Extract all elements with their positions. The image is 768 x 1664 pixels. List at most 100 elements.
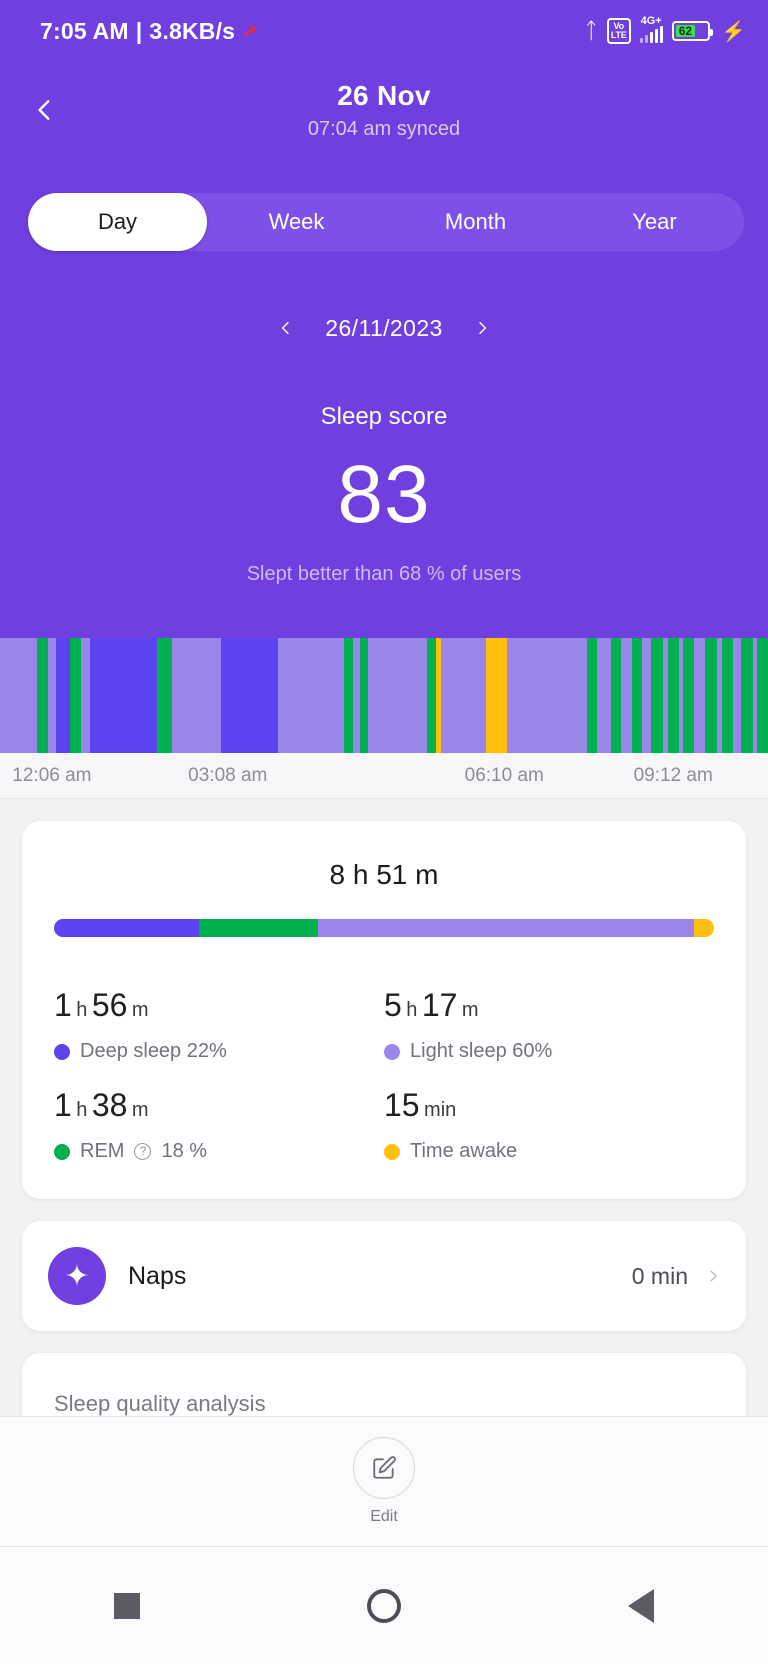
stat-legend: REM ? 18 %	[54, 1140, 384, 1163]
deep-sleep-dot-icon	[54, 1043, 70, 1060]
stat-minutes: 15	[384, 1087, 420, 1123]
stat-minutes: 17	[421, 987, 458, 1023]
tab-week[interactable]: Week	[207, 193, 386, 251]
stat-value: 1 h 38 m	[54, 1085, 384, 1132]
prev-day-button[interactable]	[271, 313, 301, 343]
stat-hours: 1	[54, 987, 72, 1023]
status-bar-left: 7:05 AM | 3.8KB/s ➚	[40, 17, 260, 45]
sync-status: 07:04 am synced	[307, 117, 461, 140]
stat-hours-unit: h	[76, 1099, 88, 1121]
chevron-right-icon	[710, 1270, 717, 1282]
hypnogram-segment-rem	[611, 638, 622, 753]
status-bar-right: ᛏ Vo LTE 4G+ 62 ⚡	[584, 15, 746, 44]
stat-minutes-unit: m	[131, 1099, 149, 1121]
volte-icon: Vo LTE	[606, 18, 631, 44]
stat-hours: 5	[384, 987, 402, 1023]
stat-rem: 1 h 38 m REM ? 18 %	[54, 1063, 384, 1163]
hypnogram-segment-deep	[221, 638, 278, 753]
hypnogram-segment-rem	[157, 638, 173, 753]
bluetooth-icon: ᛏ	[584, 18, 598, 43]
hypnogram-segment-light	[597, 638, 612, 753]
hypnogram-segment-light	[0, 638, 37, 753]
stat-legend-label: Time awake	[410, 1140, 518, 1162]
hypnogram-segment-light	[440, 638, 486, 753]
tab-day[interactable]: Day	[28, 193, 207, 251]
sparkle-star-icon: ✦	[48, 1247, 106, 1305]
hypnogram-segment-deep	[89, 638, 158, 753]
stacked-bar-segment-awake	[694, 919, 714, 937]
hypnogram-segment-rem	[741, 638, 753, 753]
rem-info-icon[interactable]: ?	[134, 1143, 152, 1160]
sleep-quality-analysis-title: Sleep quality analysis	[54, 1391, 266, 1416]
rem-dot-icon	[54, 1143, 70, 1160]
hypnogram-segment-rem	[721, 638, 733, 753]
sleep-stage-stacked-bar	[54, 919, 714, 937]
hypnogram-segment-rem	[651, 638, 663, 753]
edit-label: Edit	[370, 1508, 398, 1525]
circle-home-icon[interactable]	[366, 1588, 401, 1623]
hypnogram-segment-light	[642, 638, 652, 753]
edit-button[interactable]	[353, 1437, 415, 1499]
sleep-header: 7:05 AM | 3.8KB/s ➚ ᛏ Vo LTE 4G+ 62 ⚡ 26…	[0, 0, 768, 638]
sleep-score-label: Sleep score	[320, 403, 448, 430]
hypnogram-segment-rem	[756, 638, 768, 753]
stat-minutes: 56	[91, 987, 128, 1023]
awake-dot-icon	[384, 1143, 400, 1160]
hypnogram-segment-light	[277, 638, 345, 753]
edit-square-pencil-icon	[373, 1456, 396, 1479]
hypnogram-segment-deep	[56, 638, 71, 753]
network-type-label: 4G+	[640, 15, 662, 27]
signal-bars	[639, 26, 664, 43]
hypnogram-segment-rem	[631, 638, 643, 753]
sleep-summary-card: 8 h 51 m 1 h 56 m Deep sleep 22% 5 h 17 …	[22, 821, 746, 1199]
hypnogram-segment-rem	[359, 638, 368, 753]
stat-value: 1 h 56 m	[54, 985, 384, 1032]
hypnogram-segment-light	[81, 638, 90, 753]
hypnogram-segment-rem	[667, 638, 679, 753]
status-bar-time: 7:05 AM	[40, 17, 129, 44]
hypnogram-segment-light	[621, 638, 632, 753]
stat-deep-sleep: 1 h 56 m Deep sleep 22%	[54, 963, 384, 1063]
status-bar-netspeed: 3.8KB/s	[149, 17, 236, 44]
triangle-back-icon[interactable]	[628, 1588, 655, 1623]
hypnogram-segment-light	[172, 638, 222, 753]
stat-value: 5 h 17 m	[384, 985, 714, 1032]
next-day-button[interactable]	[467, 313, 497, 343]
page-title: 26 Nov	[337, 79, 431, 111]
lightning-bolt-icon: ⚡	[721, 20, 746, 43]
stat-hours-unit: h	[406, 999, 418, 1021]
axis-tick-label: 09:12 am	[633, 765, 713, 786]
edit-bar: Edit	[0, 1416, 768, 1546]
stacked-bar-segment-deep	[54, 919, 200, 937]
stat-legend-label-pre: REM	[80, 1140, 125, 1162]
hypnogram-segment-rem	[705, 638, 718, 753]
stat-legend-label: Deep sleep 22%	[80, 1040, 227, 1062]
date-navigator: 26/11/2023	[0, 313, 768, 343]
naps-value: 0 min	[631, 1262, 688, 1289]
chevron-left-icon	[38, 100, 50, 120]
hypnogram-segment-rem	[683, 638, 695, 753]
stat-legend-label: Light sleep 60%	[410, 1040, 553, 1062]
sleep-score-value: 83	[337, 449, 431, 540]
hypnogram-segment-light	[367, 638, 428, 753]
back-button[interactable]	[22, 87, 68, 133]
naps-card[interactable]: ✦ Naps 0 min	[22, 1221, 746, 1331]
sleep-stage-stats: 1 h 56 m Deep sleep 22% 5 h 17 m Light s…	[22, 937, 746, 1199]
hypnogram-segment-light	[732, 638, 742, 753]
arrow-up-red-icon: ➚	[240, 19, 260, 43]
tab-year[interactable]: Year	[565, 193, 744, 251]
tab-month[interactable]: Month	[386, 193, 565, 251]
sleep-stage-hypnogram[interactable]	[0, 638, 768, 753]
android-navigation-bar	[0, 1546, 768, 1664]
stat-hours-unit: h	[76, 999, 88, 1021]
current-date-label: 26/11/2023	[325, 314, 443, 341]
naps-chevron-right-icon	[706, 1264, 720, 1288]
status-bar: 7:05 AM | 3.8KB/s ➚ ᛏ Vo LTE 4G+ 62 ⚡	[0, 0, 768, 62]
stat-time-awake: 15 min Time awake	[384, 1063, 714, 1163]
square-recents-icon[interactable]	[113, 1592, 140, 1619]
stat-legend: Time awake	[384, 1140, 714, 1163]
period-tabs: Day Week Month Year	[28, 193, 744, 251]
stacked-bar-segment-rem	[199, 919, 318, 937]
chevron-left-icon	[282, 321, 290, 335]
hypnogram-time-axis: 12:06 am 03:08 am 06:10 am 09:12 am	[0, 753, 768, 799]
